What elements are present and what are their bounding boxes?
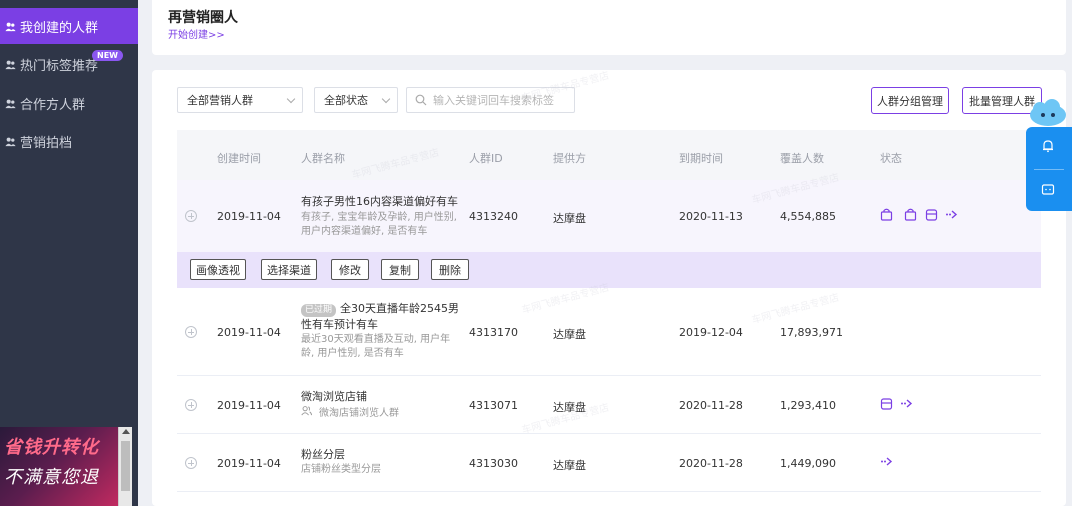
search-input[interactable] [433, 93, 563, 107]
scroll-up-icon[interactable] [122, 429, 130, 434]
col-coverage: 覆盖人数 [780, 152, 824, 165]
header-card: 再营销圈人 开始创建>> [152, 0, 1066, 55]
select-value: 全部状态 [324, 94, 368, 107]
delete-button[interactable]: 删除 [431, 259, 469, 280]
cell-id: 4313071 [469, 399, 518, 412]
cell-created: 2019-11-04 [217, 399, 281, 412]
promo-banner[interactable]: 省钱升转化 不满意您退 [0, 427, 118, 506]
search-icon [415, 94, 427, 106]
sidebar-item-marketing-partner[interactable]: 营销拍档 [0, 123, 138, 159]
cell-coverage: 1,449,090 [780, 457, 836, 470]
col-expires: 到期时间 [679, 152, 723, 165]
users-icon [301, 405, 313, 420]
expand-icon[interactable] [185, 399, 197, 411]
new-badge: NEW [92, 50, 123, 61]
chevron-down-icon [286, 94, 296, 104]
sidebar-item-label: 营销拍档 [20, 135, 73, 151]
col-provider: 提供方 [553, 152, 586, 165]
cell-coverage: 1,293,410 [780, 399, 836, 412]
group-name[interactable]: 性有车预计有车 [301, 318, 378, 331]
cell-provider: 达摩盘 [553, 459, 586, 472]
cell-expires: 2019-12-04 [679, 326, 743, 339]
cell-id: 4313240 [469, 210, 518, 223]
share-arrow-icon[interactable] [880, 455, 893, 468]
chevron-down-icon [381, 94, 391, 104]
promo-scrollbar[interactable] [118, 427, 132, 506]
share-arrow-icon[interactable] [900, 397, 913, 410]
store-icon[interactable] [925, 208, 938, 221]
col-name: 人群名称 [301, 152, 345, 165]
group-icon [4, 20, 16, 32]
cell-created: 2019-11-04 [217, 457, 281, 470]
cell-expires: 2020-11-28 [679, 399, 743, 412]
group-name-line[interactable]: 已过期 全30天直播年龄2545男 [301, 302, 459, 317]
mascot-icon[interactable] [1028, 97, 1068, 129]
shopping-bag-icon[interactable] [904, 208, 917, 221]
share-arrow-icon[interactable] [945, 208, 958, 221]
sidebar-item-partner-groups[interactable]: 合作方人群 [0, 85, 138, 121]
promo-line1: 省钱升转化 [4, 437, 99, 458]
chat-icon[interactable] [1041, 183, 1055, 197]
group-desc: 店铺粉丝类型分层 [301, 464, 381, 475]
col-created: 创建时间 [217, 152, 261, 165]
scroll-thumb[interactable] [121, 441, 130, 491]
group-desc: 有孩子, 宝宝年龄及孕龄, 用户性别, [301, 212, 457, 223]
sidebar-item-my-groups[interactable]: 我创建的人群 [0, 8, 138, 44]
shopping-bag-icon[interactable] [880, 208, 893, 221]
select-value: 全部营销人群 [187, 94, 253, 107]
sidebar-item-label: 我创建的人群 [20, 20, 99, 36]
status-select[interactable]: 全部状态 [314, 87, 398, 113]
group-desc: 龄, 用户性别, 是否有车 [301, 348, 404, 359]
cell-coverage: 17,893,971 [780, 326, 843, 339]
group-icon [4, 135, 16, 147]
start-create-link[interactable]: 开始创建>> [168, 26, 225, 41]
group-desc: 微淘店铺浏览人群 [319, 408, 399, 419]
cell-expires: 2020-11-28 [679, 457, 743, 470]
cell-provider: 达摩盘 [553, 328, 586, 341]
row-divider [177, 433, 1041, 434]
sidebar-item-label: 合作方人群 [20, 97, 86, 113]
page-title: 再营销圈人 [168, 10, 238, 26]
expand-icon[interactable] [185, 457, 197, 469]
group-desc: 用户内容渠道偏好, 是否有车 [301, 226, 428, 237]
bell-icon[interactable] [1041, 139, 1055, 153]
sidebar-item-label: 热门标签推荐 [20, 58, 99, 74]
sidebar: 我创建的人群 热门标签推荐 NEW 合作方人群 营销拍档 省钱升转化 不满意您退 [0, 0, 138, 506]
group-manage-button[interactable]: 人群分组管理 [871, 87, 949, 114]
group-type-select[interactable]: 全部营销人群 [177, 87, 303, 113]
row-divider [177, 491, 1041, 492]
expand-icon[interactable] [185, 326, 197, 338]
group-name[interactable]: 粉丝分层 [301, 448, 345, 461]
store-icon[interactable] [880, 397, 893, 410]
floating-toolbar [1026, 127, 1072, 211]
group-name[interactable]: 有孩子男性16内容渠道偏好有车 [301, 195, 458, 208]
expired-badge: 已过期 [301, 304, 337, 317]
edit-button[interactable]: 修改 [331, 259, 369, 280]
cell-provider: 达摩盘 [553, 401, 586, 414]
cell-provider: 达摩盘 [553, 212, 586, 225]
col-status: 状态 [880, 152, 902, 165]
group-icon [4, 97, 16, 109]
group-name: 全30天直播年龄2545男 [340, 302, 460, 315]
cell-id: 4313170 [469, 326, 518, 339]
group-desc-line: 微淘店铺浏览人群 [301, 405, 399, 420]
cell-id: 4313030 [469, 457, 518, 470]
portrait-button[interactable]: 画像透视 [190, 259, 246, 280]
cell-created: 2019-11-04 [217, 210, 281, 223]
search-box[interactable] [406, 87, 575, 113]
promo-line2: 不满意您退 [4, 467, 99, 488]
row-divider [177, 375, 1041, 376]
expand-icon[interactable] [185, 210, 197, 222]
cell-created: 2019-11-04 [217, 326, 281, 339]
group-desc: 最近30天观看直播及互动, 用户年 [301, 334, 451, 345]
cell-coverage: 4,554,885 [780, 210, 836, 223]
cell-expires: 2020-11-13 [679, 210, 743, 223]
copy-button[interactable]: 复制 [381, 259, 419, 280]
divider [1034, 169, 1064, 170]
group-icon [4, 58, 16, 70]
col-id: 人群ID [469, 152, 503, 165]
select-channel-button[interactable]: 选择渠道 [261, 259, 317, 280]
group-name[interactable]: 微淘浏览店铺 [301, 390, 367, 403]
